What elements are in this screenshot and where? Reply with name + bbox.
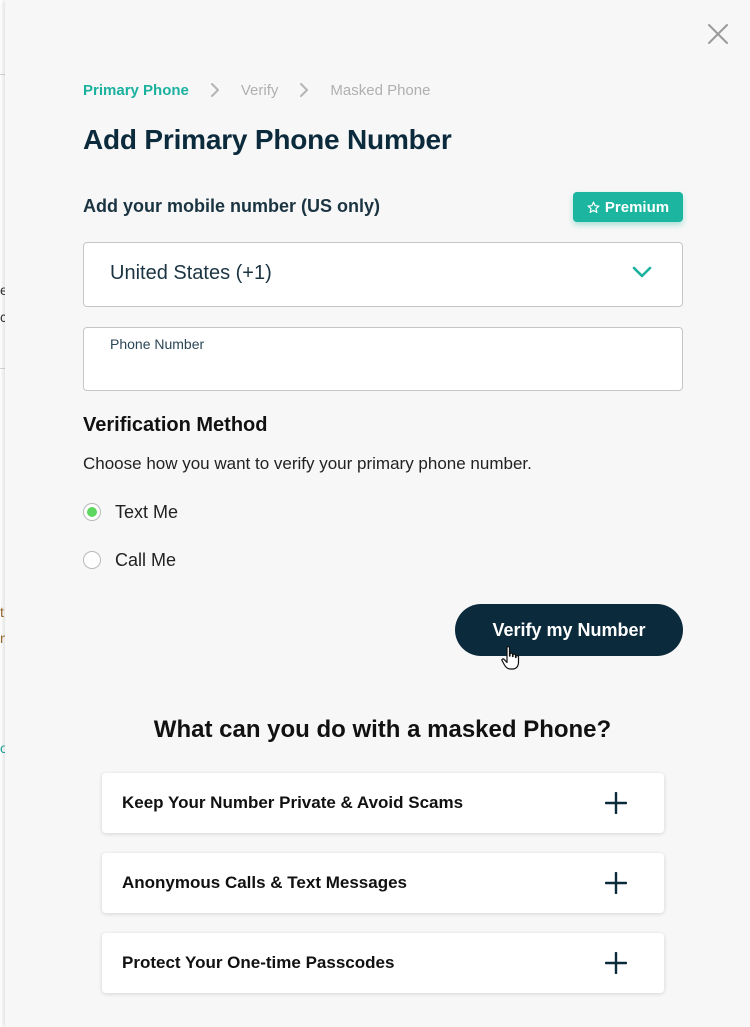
hand-pointer-cursor-icon: [501, 646, 520, 670]
page-title: Add Primary Phone Number: [83, 124, 452, 155]
chevron-down-icon: [632, 266, 652, 278]
radio-button-selected[interactable]: [83, 503, 101, 521]
plus-icon[interactable]: [605, 872, 627, 894]
faq-item-title: Keep Your Number Private & Avoid Scams: [122, 793, 464, 812]
radio-label: Text Me: [115, 501, 179, 522]
faq-item-passcodes[interactable]: Protect Your One-time Passcodes: [102, 933, 664, 993]
faq-item-anonymous-calls[interactable]: Anonymous Calls & Text Messages: [102, 853, 664, 913]
close-icon[interactable]: [706, 22, 730, 46]
radio-call-me[interactable]: Call Me: [83, 548, 176, 572]
faq-item-title: Anonymous Calls & Text Messages: [122, 873, 407, 892]
radio-button[interactable]: [83, 551, 101, 569]
radio-text-me[interactable]: Text Me: [83, 500, 178, 524]
plus-icon[interactable]: [605, 792, 627, 814]
breadcrumb-step-primary-phone: Primary Phone: [83, 81, 189, 99]
premium-badge: Premium: [573, 192, 683, 222]
plus-icon[interactable]: [605, 952, 627, 974]
add-phone-panel: Primary Phone Verify Masked Phone Add Pr…: [5, 0, 750, 1027]
mobile-number-label: Add your mobile number (US only): [83, 196, 381, 216]
breadcrumb-step-verify: Verify: [240, 81, 279, 99]
country-code-value: United States (+1): [110, 262, 272, 284]
faq-item-title: Protect Your One-time Passcodes: [122, 953, 395, 972]
verify-number-button[interactable]: Verify my Number: [455, 604, 683, 656]
chevron-right-icon: [210, 83, 219, 97]
breadcrumb: Primary Phone Verify Masked Phone: [83, 80, 430, 100]
country-code-select[interactable]: United States (+1): [83, 242, 683, 307]
breadcrumb-step-masked-phone: Masked Phone: [330, 81, 431, 99]
phone-number-field[interactable]: Phone Number: [83, 327, 683, 391]
star-icon: [587, 200, 600, 213]
radio-label: Call Me: [115, 549, 177, 570]
phone-number-label: Phone Number: [110, 336, 205, 352]
faq-item-private-number[interactable]: Keep Your Number Private & Avoid Scams: [102, 773, 664, 833]
faq-heading: What can you do with a masked Phone?: [153, 716, 612, 743]
phone-number-input[interactable]: [110, 356, 650, 382]
chevron-right-icon: [300, 83, 309, 97]
background-text-fragment: t: [0, 604, 4, 620]
verification-method-description: Choose how you want to verify your prima…: [83, 454, 532, 473]
premium-badge-label: Premium: [604, 198, 670, 216]
verification-method-heading: Verification Method: [83, 414, 268, 436]
